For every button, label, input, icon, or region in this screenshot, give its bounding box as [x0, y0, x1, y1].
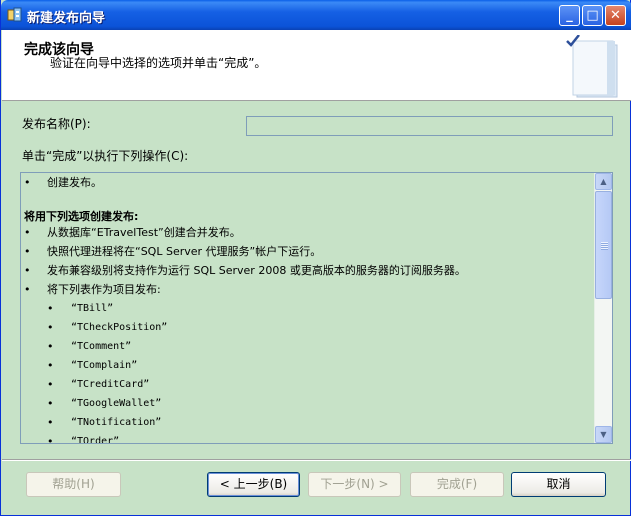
action-item: 将下列表作为项目发布: — [47, 283, 161, 296]
table-item: “TComment” — [71, 341, 132, 352]
action-item: 发布兼容级别将支持作为运行 SQL Server 2008 或更高版本的服务器的… — [47, 264, 466, 277]
vertical-scrollbar[interactable]: ▲ ▼ — [594, 173, 612, 443]
scroll-up-icon[interactable]: ▲ — [595, 173, 612, 190]
scroll-grip — [601, 242, 608, 250]
table-item: “TNotification” — [71, 417, 162, 428]
scroll-down-icon[interactable]: ▼ — [595, 426, 612, 443]
finish-button[interactable]: 完成(F) — [410, 472, 504, 497]
footer-divider — [2, 459, 631, 461]
book-check-icon — [566, 35, 618, 98]
maximize-button[interactable]: □ — [582, 5, 603, 26]
table-item: “TComplain” — [71, 360, 138, 371]
action-item: 从数据库“ETravelTest”创建合并发布。 — [47, 226, 241, 239]
table-item: “TOrder” — [71, 436, 120, 444]
bullet-icon: • — [24, 283, 31, 296]
bullet-icon: • — [47, 378, 54, 391]
minimize-button[interactable]: _ — [559, 5, 580, 26]
bullet-icon: • — [24, 264, 31, 277]
window-title: 新建发布向导 — [27, 11, 106, 26]
back-button[interactable]: < 上一步(B) — [207, 472, 300, 497]
section-title: 将用下列选项创建发布: — [24, 210, 139, 223]
bullet-icon: • — [47, 359, 54, 372]
title-bar[interactable]: 新建发布向导 _ □ ✕ — [1, 0, 631, 30]
publication-name-label: 发布名称(P): — [22, 117, 91, 131]
bullet-icon: • — [47, 435, 54, 444]
cancel-button[interactable]: 取消 — [511, 472, 606, 497]
wizard-window: 新建发布向导 _ □ ✕ 完成该向导 验证在向导中选择的选项并单击“完成”。 发… — [0, 0, 631, 516]
table-item: “TGoogleWallet” — [71, 398, 162, 409]
bullet-icon: • — [24, 245, 31, 258]
close-button[interactable]: ✕ — [605, 5, 626, 26]
table-item: “TCheckPosition” — [71, 322, 168, 333]
action-item: 快照代理进程将在“SQL Server 代理服务”帐户下运行。 — [47, 245, 322, 258]
bullet-icon: • — [24, 176, 31, 189]
bullet-icon: • — [47, 416, 54, 429]
bullet-icon: • — [47, 397, 54, 410]
wizard-header: 完成该向导 验证在向导中选择的选项并单击“完成”。 — [2, 30, 631, 101]
bullet-icon: • — [47, 321, 54, 334]
bullet-icon: • — [24, 226, 31, 239]
page-subtitle: 验证在向导中选择的选项并单击“完成”。 — [50, 56, 267, 70]
help-button[interactable]: 帮助(H) — [26, 472, 121, 497]
scroll-thumb[interactable] — [595, 191, 612, 299]
next-button[interactable]: 下一步(N) > — [308, 472, 401, 497]
wizard-app-icon — [7, 7, 22, 22]
publication-name-input[interactable] — [246, 116, 613, 136]
table-item: “TBill” — [71, 303, 114, 314]
table-item: “TCreditCard” — [71, 379, 150, 390]
bullet-icon: • — [47, 340, 54, 353]
actions-label: 单击“完成”以执行下列操作(C): — [22, 149, 189, 163]
actions-list-box[interactable]: • 创建发布。 将用下列选项创建发布: • 从数据库“ETravelTest”创… — [20, 172, 613, 444]
action-create-line: 创建发布。 — [47, 176, 102, 189]
bullet-icon: • — [47, 302, 54, 315]
